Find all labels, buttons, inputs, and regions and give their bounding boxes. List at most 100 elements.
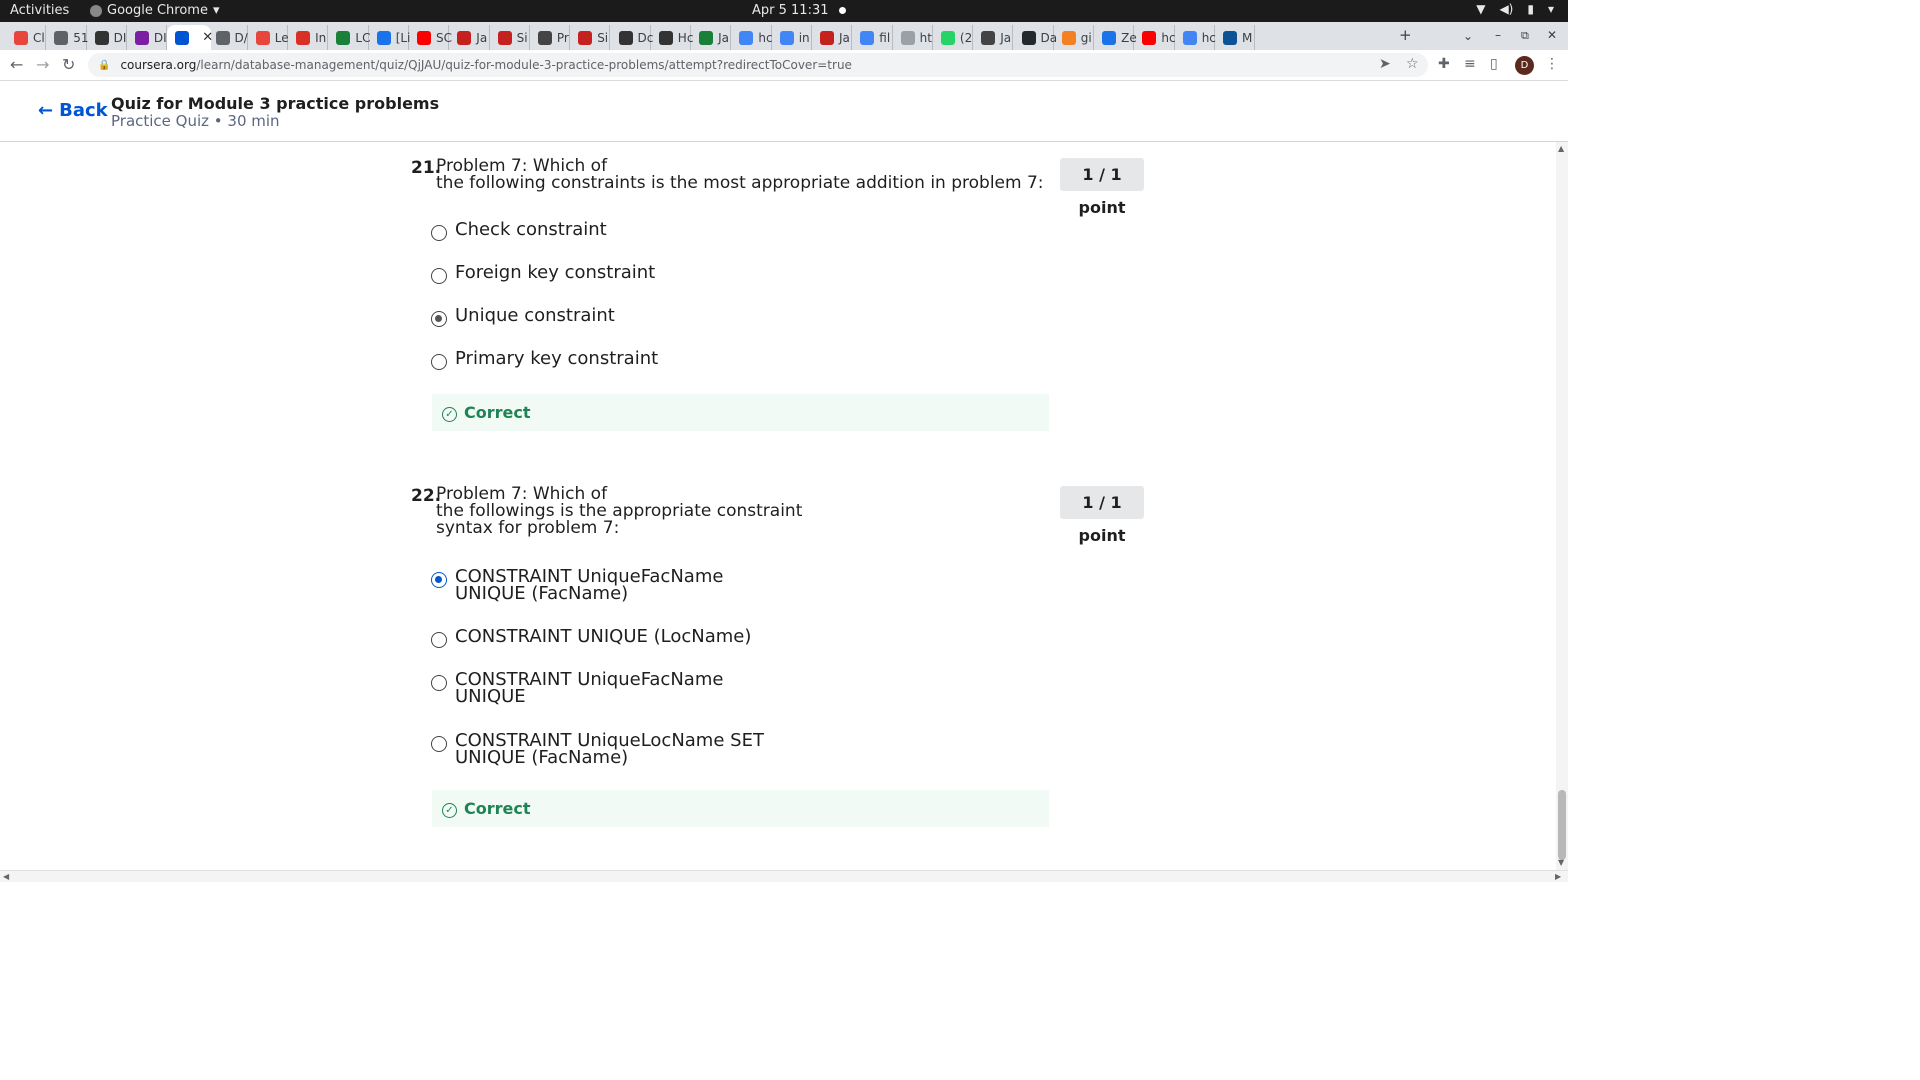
- browser-tab[interactable]: hc: [1134, 25, 1176, 50]
- scroll-right-icon[interactable]: ▶: [1555, 872, 1561, 881]
- browser-tab[interactable]: Ze: [1094, 25, 1137, 50]
- browser-tab[interactable]: Le: [248, 25, 289, 50]
- radio-button[interactable]: [431, 675, 447, 691]
- browser-tab[interactable]: hc: [1175, 25, 1216, 50]
- chrome-icon: [90, 4, 102, 17]
- browser-tab[interactable]: Dc: [611, 25, 653, 50]
- browser-tab[interactable]: Hc: [651, 25, 693, 50]
- scroll-down-icon[interactable]: ▼: [1558, 858, 1564, 867]
- browser-tab[interactable]: DI: [127, 25, 168, 50]
- favicon-icon: [336, 30, 351, 45]
- clock[interactable]: Apr 5 11:31: [752, 3, 846, 18]
- feedback-correct: ✓ Correct: [432, 790, 1049, 827]
- lock-icon: 🔒: [98, 59, 111, 71]
- volume-icon: ◀): [1499, 2, 1514, 16]
- browser-tab[interactable]: (2: [933, 25, 974, 50]
- send-icon[interactable]: ➤: [1379, 56, 1391, 72]
- favicon-icon: [1223, 30, 1237, 45]
- browser-tab[interactable]: Ja: [973, 25, 1014, 50]
- radio-button[interactable]: [431, 225, 447, 241]
- tab-active[interactable]: ✕: [167, 25, 213, 50]
- reading-list-icon[interactable]: ≡: [1464, 56, 1476, 72]
- browser-tab[interactable]: in: [772, 25, 812, 50]
- browser-tab[interactable]: ht: [893, 25, 933, 50]
- browser-tab[interactable]: In: [288, 25, 329, 50]
- browser-tab[interactable]: DI: [87, 25, 127, 50]
- quiz-content: 21. Problem 7: Which of the following co…: [0, 142, 1556, 870]
- check-circle-icon: ✓: [442, 406, 457, 422]
- url-path: /learn/database-management/quiz/QjJAU/qu…: [196, 58, 852, 72]
- radio-button[interactable]: [431, 736, 447, 752]
- option-primary-key-constraint[interactable]: Primary key constraint: [431, 350, 658, 370]
- browser-tab[interactable]: D/: [208, 25, 248, 50]
- browser-tab[interactable]: Ja: [812, 25, 853, 50]
- option-unique-locname-set[interactable]: CONSTRAINT UniqueLocName SET UNIQUE (Fac…: [431, 732, 764, 767]
- restore-icon[interactable]: ⧉: [1521, 29, 1529, 43]
- browser-tab[interactable]: Da: [1014, 25, 1057, 50]
- more-menu-icon[interactable]: ⋮: [1545, 56, 1559, 72]
- quiz-header: ← Back Quiz for Module 3 practice proble…: [0, 81, 1568, 142]
- radio-button-selected[interactable]: [431, 311, 447, 327]
- option-check-constraint[interactable]: Check constraint: [431, 221, 607, 241]
- back-arrow-icon[interactable]: ←: [10, 55, 23, 74]
- tab-search-icon[interactable]: ⌄: [1463, 29, 1473, 43]
- browser-tab[interactable]: Ja: [691, 25, 732, 50]
- scroll-up-icon[interactable]: ▲: [1558, 144, 1564, 153]
- browser-tab[interactable]: LC: [328, 25, 370, 50]
- favicon-icon: [417, 30, 431, 45]
- radio-button-selected[interactable]: [431, 572, 447, 588]
- browser-tab[interactable]: M: [1215, 25, 1256, 50]
- favicon-icon: [255, 30, 270, 45]
- option-unique-facname-no-column[interactable]: CONSTRAINT UniqueFacName UNIQUE: [431, 671, 723, 706]
- browser-tab[interactable]: 51: [46, 25, 89, 50]
- activities-button[interactable]: Activities: [10, 3, 69, 18]
- favicon-icon: [215, 30, 230, 45]
- side-panel-icon[interactable]: ▯: [1490, 56, 1498, 72]
- profile-avatar[interactable]: D: [1515, 56, 1534, 75]
- option-unique-constraint[interactable]: Unique constraint: [431, 307, 615, 327]
- scroll-left-icon[interactable]: ◀: [3, 872, 9, 881]
- tab-label: Cl: [33, 30, 45, 45]
- radio-button[interactable]: [431, 268, 447, 284]
- browser-tab[interactable]: fil: [852, 25, 893, 50]
- tab-label: M: [1242, 30, 1253, 45]
- browser-tab[interactable]: SC: [409, 25, 452, 50]
- browser-tab[interactable]: hc: [731, 25, 773, 50]
- option-unique-facname[interactable]: CONSTRAINT UniqueFacName UNIQUE (FacName…: [431, 568, 723, 603]
- reload-icon[interactable]: ↻: [62, 55, 75, 74]
- forward-arrow-icon[interactable]: →: [36, 55, 49, 74]
- system-tray[interactable]: ▼ ◀) ▮ ▾: [1476, 2, 1554, 16]
- vertical-scrollbar[interactable]: ▲ ▼: [1556, 142, 1568, 870]
- tab-label: D/: [234, 30, 248, 45]
- feedback-text: Correct: [464, 403, 531, 422]
- browser-tab[interactable]: Si: [490, 25, 530, 50]
- browser-tab[interactable]: [Li: [369, 25, 410, 50]
- scrollbar-thumb[interactable]: [1558, 790, 1566, 860]
- browser-toolbar: ← → ↻ 🔒 coursera.org/learn/database-mana…: [0, 50, 1568, 81]
- radio-button[interactable]: [431, 354, 447, 370]
- browser-tab[interactable]: Ja: [449, 25, 490, 50]
- favicon-icon: [900, 30, 915, 45]
- arrow-left-icon: ←: [38, 100, 54, 121]
- browser-tab[interactable]: Pr: [530, 25, 571, 50]
- option-unique-locname[interactable]: CONSTRAINT UNIQUE (LocName): [431, 628, 751, 648]
- close-window-icon[interactable]: ✕: [1547, 28, 1557, 42]
- favicon-icon: [376, 30, 391, 45]
- back-button[interactable]: ← Back: [38, 100, 108, 121]
- browser-tab[interactable]: gi: [1054, 25, 1095, 50]
- browser-tab[interactable]: Si: [570, 25, 611, 50]
- minimize-icon[interactable]: –: [1495, 28, 1501, 42]
- app-menu[interactable]: Google Chrome ▾: [90, 3, 220, 18]
- address-bar[interactable]: 🔒 coursera.org/learn/database-management…: [88, 53, 1428, 77]
- extensions-icon[interactable]: ✚: [1438, 56, 1450, 72]
- favicon-icon: [981, 30, 996, 45]
- browser-tab[interactable]: Cl: [6, 25, 47, 50]
- tab-label: hc: [1161, 30, 1176, 45]
- option-foreign-key-constraint[interactable]: Foreign key constraint: [431, 264, 655, 284]
- tab-label: Si: [597, 30, 609, 45]
- horizontal-scrollbar[interactable]: ◀ ▶: [0, 870, 1568, 882]
- new-tab-button[interactable]: +: [1399, 26, 1412, 44]
- option-label: Foreign key constraint: [455, 262, 656, 283]
- radio-button[interactable]: [431, 632, 447, 648]
- bookmark-star-icon[interactable]: ☆: [1406, 56, 1419, 72]
